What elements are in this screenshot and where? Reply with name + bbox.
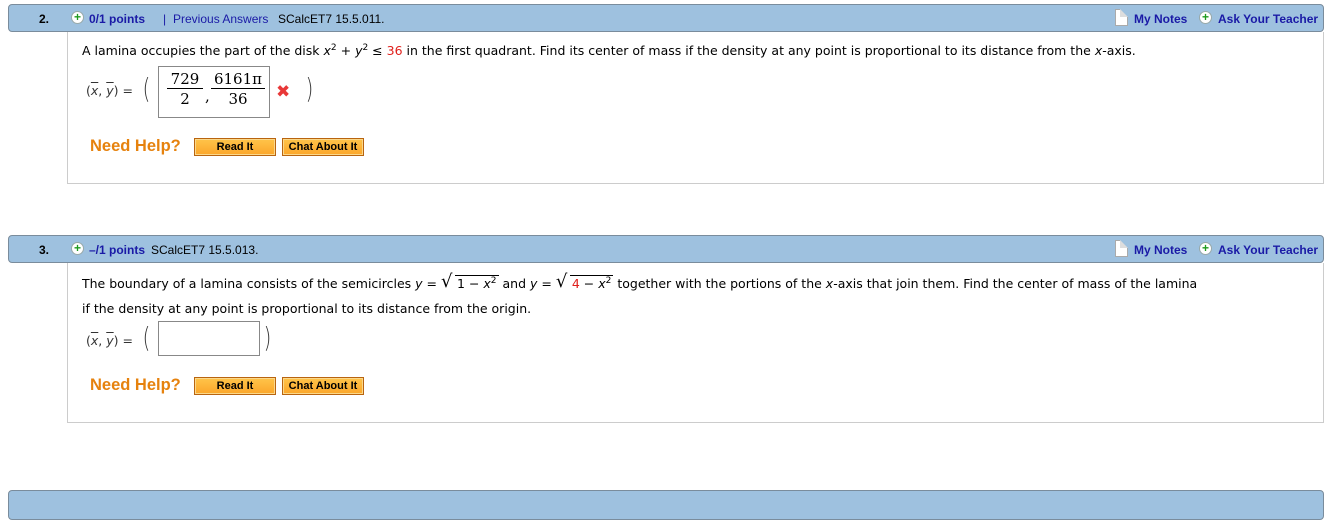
y-bar: y — [106, 83, 114, 98]
math: 1 − — [457, 276, 484, 291]
read-it-button[interactable]: Read It — [194, 138, 276, 156]
ask-your-teacher-link[interactable]: Ask Your Teacher — [1218, 12, 1318, 26]
answer-label: (x, y) = — [86, 333, 133, 348]
read-it-button[interactable]: Read It — [194, 377, 276, 395]
y-fraction: 6161π 36 — [211, 70, 265, 109]
text: together with the portions of the — [613, 276, 826, 291]
sqrt-expression-2: √ 4 − x2 — [555, 271, 614, 292]
chat-about-it-button[interactable]: Chat About It — [282, 377, 364, 395]
y-bar: y — [106, 333, 114, 348]
incorrect-x-icon: ✖ — [276, 82, 291, 102]
chat-about-it-button[interactable]: Chat About It — [282, 138, 364, 156]
math-x: x — [323, 43, 331, 58]
text: -axis that join them. Find the center of… — [833, 276, 1198, 291]
comma: , — [205, 87, 210, 105]
separator: | — [163, 12, 167, 26]
radius-value: 36 — [386, 43, 403, 58]
numerator: 6161π — [211, 70, 265, 89]
answer-label: (x, y) = — [86, 83, 133, 98]
close-paren: ) — [305, 72, 314, 105]
x-bar: x — [90, 83, 99, 98]
text: -axis. — [1102, 43, 1136, 58]
numerator: 729 — [167, 70, 203, 89]
ask-teacher-plus-icon[interactable]: + — [1199, 11, 1212, 24]
need-help-label: Need Help? — [90, 376, 181, 394]
question-number: 3. — [39, 243, 50, 257]
question-2-header: 2. + 0/1 points | Previous Answers SCalc… — [8, 4, 1324, 32]
question-3-text-line2: if the density at any point is proportio… — [82, 301, 532, 316]
equals: = — [118, 83, 133, 98]
radius-value: 4 — [571, 276, 580, 291]
exponent: 2 — [605, 276, 612, 286]
answer-input[interactable] — [158, 321, 260, 356]
notes-icon[interactable] — [1115, 9, 1128, 26]
denominator: 36 — [228, 90, 248, 108]
points-link[interactable]: –/1 points — [89, 243, 145, 257]
points-link[interactable]: 0/1 points — [89, 12, 145, 26]
answer-box[interactable]: 729 2 , 6161π 36 — [158, 66, 270, 118]
close-paren: ) — [263, 321, 272, 354]
notes-icon[interactable] — [1115, 240, 1128, 257]
x-fraction: 729 2 — [167, 70, 203, 109]
question-4-header — [8, 490, 1324, 520]
math-x: x — [483, 276, 491, 291]
math-y-eq: y = — [530, 276, 552, 291]
math-x: x — [598, 276, 606, 291]
my-notes-link[interactable]: My Notes — [1134, 12, 1187, 26]
expand-plus-icon[interactable]: + — [71, 242, 84, 255]
question-code: SCalcET7 15.5.011. — [278, 12, 385, 26]
need-help-label: Need Help? — [90, 137, 181, 155]
question-3-text-line1: The boundary of a lamina consists of the… — [82, 271, 1198, 292]
text: A lamina occupies the part of the disk — [82, 43, 324, 58]
open-paren: ( — [142, 321, 151, 354]
ask-teacher-plus-icon[interactable]: + — [1199, 242, 1212, 255]
math-leq: ≤ — [368, 43, 387, 58]
expand-plus-icon[interactable]: + — [71, 11, 84, 24]
denominator: 2 — [180, 90, 190, 108]
x-bar: x — [90, 333, 99, 348]
previous-answers-link[interactable]: Previous Answers — [173, 12, 268, 26]
my-notes-link[interactable]: My Notes — [1134, 243, 1187, 257]
ask-your-teacher-link[interactable]: Ask Your Teacher — [1218, 243, 1318, 257]
open-paren: ( — [142, 72, 151, 105]
question-code: SCalcET7 15.5.013. — [151, 243, 259, 257]
sqrt-expression-1: √ 1 − x2 — [441, 271, 499, 292]
question-number: 2. — [39, 12, 50, 26]
text: The boundary of a lamina consists of the… — [82, 276, 416, 291]
math-plus: + — [336, 43, 356, 58]
exponent: 2 — [490, 276, 497, 286]
equals: = — [118, 333, 133, 348]
math: − — [579, 276, 599, 291]
math-y-eq: y = — [415, 276, 438, 291]
question-3-header: 3. + –/1 points SCalcET7 15.5.013. My No… — [8, 235, 1324, 263]
text: and — [498, 276, 530, 291]
text: in the first quadrant. Find its center o… — [402, 43, 1095, 58]
question-2-text: A lamina occupies the part of the disk x… — [82, 43, 1136, 58]
